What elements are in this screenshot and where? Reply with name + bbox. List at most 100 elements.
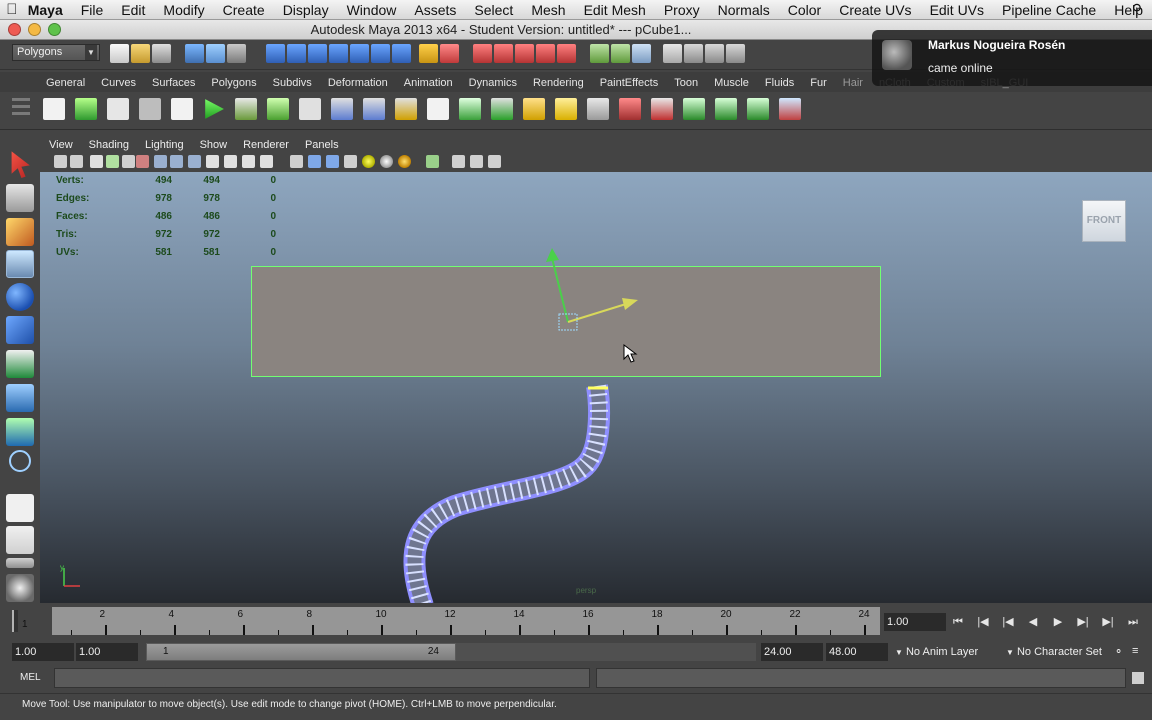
step-back-frame-icon[interactable]: |◀	[1000, 613, 1016, 631]
menu-normals[interactable]: Normals	[709, 2, 779, 18]
ncloth-exclude-icon[interactable]	[520, 95, 548, 125]
menu-edit[interactable]: Edit	[112, 2, 154, 18]
image-plane-icon[interactable]	[106, 155, 119, 168]
menu-window[interactable]: Window	[338, 2, 406, 18]
scale-tool-icon[interactable]	[6, 316, 34, 344]
ncache-replace-icon[interactable]	[648, 95, 676, 125]
move-tool-icon[interactable]	[6, 250, 34, 278]
shelf-tab-deformation[interactable]: Deformation	[322, 77, 394, 92]
viewport-3d[interactable]: Verts: 494 494 0 Edges: 978 978 0 Faces:…	[40, 172, 1152, 603]
shelf-tab-curves[interactable]: Curves	[95, 77, 142, 92]
two-d-pan-icon[interactable]	[122, 155, 135, 168]
sculpt-icon[interactable]	[684, 44, 703, 63]
menu-set-dropdown[interactable]: Polygons ▼	[12, 44, 100, 61]
menu-create[interactable]: Create	[214, 2, 274, 18]
all-lights-icon[interactable]	[380, 155, 393, 168]
shelf-tab-toon[interactable]: Toon	[668, 77, 704, 92]
menu-create-uvs[interactable]: Create UVs	[830, 2, 920, 18]
chat-notification[interactable]: Markus Nogueira Rosén came online	[872, 30, 1152, 86]
toggle-icon[interactable]	[705, 44, 724, 63]
attribute-editor-icon[interactable]	[590, 44, 609, 63]
key-icon[interactable]: ⚬	[1114, 645, 1123, 658]
time-slider-track[interactable]: 2 4 6 8 10 12 14 16 18 20 22 24	[52, 607, 880, 635]
ncloth-cloth-icon[interactable]	[104, 95, 132, 125]
render-current-icon[interactable]	[494, 44, 513, 63]
shelf-menu-handle[interactable]	[12, 98, 30, 126]
ncache-attach-icon[interactable]	[744, 95, 772, 125]
ncache-paint-icon[interactable]	[776, 95, 804, 125]
range-slider-handle[interactable]: 1 24	[146, 643, 456, 661]
input-ops-icon[interactable]	[440, 44, 459, 63]
snap-view-plane-icon[interactable]	[329, 44, 348, 63]
ipr-render-icon[interactable]	[515, 44, 534, 63]
menu-mesh[interactable]: Mesh	[522, 2, 574, 18]
ncloth-force-icon[interactable]	[552, 95, 580, 125]
move-manipulator[interactable]	[530, 242, 650, 342]
ncloth-create-icon[interactable]	[168, 95, 196, 125]
playback-start-field[interactable]: 1.00	[76, 643, 138, 661]
ncloth-component-constraint-icon[interactable]	[296, 95, 324, 125]
ncloth-tear-icon[interactable]	[424, 95, 452, 125]
menu-modify[interactable]: Modify	[154, 2, 213, 18]
panel-menu-view[interactable]: View	[40, 138, 80, 152]
resolution-gate-icon[interactable]	[188, 155, 201, 168]
tool-settings-icon[interactable]	[611, 44, 630, 63]
menu-file[interactable]: File	[72, 2, 113, 18]
step-forward-key-icon[interactable]: ▶|	[1100, 613, 1116, 631]
ncache-merge-icon[interactable]	[712, 95, 740, 125]
open-scene-icon[interactable]	[131, 44, 150, 63]
step-back-key-icon[interactable]: |◀	[975, 613, 991, 631]
command-input-field[interactable]	[54, 668, 590, 688]
xray-icon[interactable]	[452, 155, 465, 168]
time-slider-current-marker[interactable]	[12, 610, 18, 632]
character-set-selector[interactable]: ▼ No Character Set	[1006, 643, 1102, 661]
render-settings-icon[interactable]	[536, 44, 555, 63]
show-manipulator-icon[interactable]	[6, 418, 34, 446]
gear-icon[interactable]	[726, 44, 745, 63]
menu-display[interactable]: Display	[274, 2, 338, 18]
select-object-icon[interactable]	[206, 44, 225, 63]
ncloth-weld-icon[interactable]	[456, 95, 484, 125]
ncloth-transform-constraint-icon[interactable]	[264, 95, 292, 125]
select-component-icon[interactable]	[227, 44, 246, 63]
grid-toggle-icon[interactable]	[154, 155, 167, 168]
menu-edit-uvs[interactable]: Edit UVs	[921, 2, 993, 18]
animation-end-field[interactable]: 48.00	[826, 643, 888, 661]
camera-select-icon[interactable]	[54, 155, 67, 168]
film-gate-icon[interactable]	[170, 155, 183, 168]
layout-outliner-icon[interactable]	[6, 558, 34, 568]
select-hierarchy-icon[interactable]	[185, 44, 204, 63]
ncloth-paint-icon[interactable]	[232, 95, 260, 125]
anim-layer-selector[interactable]: ▼ No Anim Layer	[895, 643, 978, 661]
panel-menu-renderer[interactable]: Renderer	[234, 138, 296, 152]
shelf-tab-hair[interactable]: Hair	[837, 77, 869, 92]
make-live-icon[interactable]	[350, 44, 369, 63]
construction-history-icon[interactable]	[371, 44, 390, 63]
range-slider-track[interactable]: 1 24	[146, 643, 756, 661]
render-view-icon[interactable]	[473, 44, 492, 63]
shelf-tab-dynamics[interactable]: Dynamics	[463, 77, 523, 92]
shelf-tab-painteffects[interactable]: PaintEffects	[594, 77, 665, 92]
snap-curve-icon[interactable]	[287, 44, 306, 63]
menu-color[interactable]: Color	[779, 2, 830, 18]
shadows-icon[interactable]	[398, 155, 411, 168]
menu-help[interactable]: Help	[1105, 2, 1152, 18]
playback-end-field[interactable]: 24.00	[761, 643, 823, 661]
shelf-tab-subdivs[interactable]: Subdivs	[267, 77, 318, 92]
shelf-tab-surfaces[interactable]: Surfaces	[146, 77, 201, 92]
shelf-tab-muscle[interactable]: Muscle	[708, 77, 755, 92]
ncache-delete-icon[interactable]	[616, 95, 644, 125]
animation-start-field[interactable]: 1.00	[12, 643, 74, 661]
wireframe-icon[interactable]	[290, 155, 303, 168]
lock-icon[interactable]	[419, 44, 438, 63]
snap-grid-icon[interactable]	[266, 44, 285, 63]
apple-menu-icon[interactable]: 	[0, 1, 24, 18]
menu-edit-mesh[interactable]: Edit Mesh	[575, 2, 655, 18]
ncloth-spring-icon[interactable]	[392, 95, 420, 125]
safe-action-icon[interactable]	[242, 155, 255, 168]
shelf-tab-animation[interactable]: Animation	[398, 77, 459, 92]
play-backwards-icon[interactable]: ◀	[1025, 613, 1041, 631]
script-language-button[interactable]: MEL	[12, 670, 52, 686]
view-cube[interactable]: FRONT	[1082, 200, 1126, 242]
share-icon[interactable]	[488, 155, 501, 168]
